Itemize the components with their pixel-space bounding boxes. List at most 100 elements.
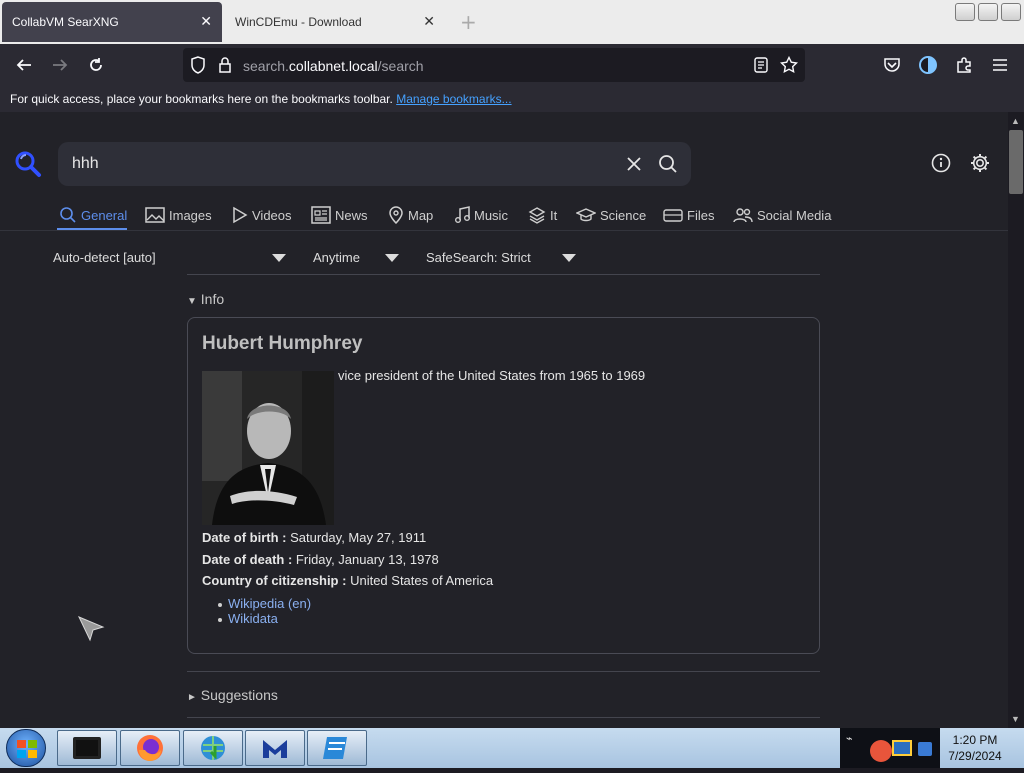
system-tray: ⌁: [840, 728, 940, 768]
suggestions-section-toggle[interactable]: ► Suggestions: [187, 687, 278, 703]
category-label: Files: [687, 207, 715, 223]
safesearch-select[interactable]: SafeSearch: Strict: [426, 250, 531, 265]
url-prefix: search.: [243, 58, 289, 74]
scrollbar[interactable]: ▲ ▼: [1008, 112, 1024, 728]
chevron-down-icon[interactable]: [562, 254, 576, 262]
attribute-value: Saturday, May 27, 1911: [290, 530, 427, 545]
url-text[interactable]: search.collabnet.local/search: [243, 58, 424, 74]
reader-view-icon[interactable]: [754, 57, 768, 78]
malwarebytes-icon: [263, 740, 287, 758]
searxng-logo-icon[interactable]: [14, 150, 42, 183]
back-icon[interactable]: [13, 54, 35, 76]
infobox-card: Hubert Humphrey vice president of the Un…: [187, 317, 820, 654]
collapsed-triangle-icon: ►: [187, 692, 197, 703]
category-music[interactable]: Music: [454, 204, 508, 226]
close-window-button[interactable]: [1001, 3, 1021, 21]
attribute-key: Date of birth :: [202, 530, 287, 545]
tray-volume-icon[interactable]: [918, 742, 932, 756]
tray-app-icon[interactable]: [892, 740, 912, 756]
taskbar-explorer[interactable]: [57, 730, 117, 766]
search-submit-icon[interactable]: [658, 154, 678, 179]
taskbar: ⌁ 1:20 PM 7/29/2024: [0, 728, 1024, 768]
taskbar-globe-app[interactable]: [183, 730, 243, 766]
tray-network-icon[interactable]: ⌁: [846, 732, 860, 748]
section-label: Suggestions: [200, 687, 278, 703]
search-icon: [60, 207, 76, 223]
forward-icon[interactable]: [49, 54, 71, 76]
taskbar-clock[interactable]: 1:20 PM 7/29/2024: [940, 732, 1010, 764]
reload-icon[interactable]: [85, 54, 107, 76]
safesearch-value: SafeSearch: Strict: [426, 250, 531, 265]
image-icon: [145, 207, 165, 223]
dark-reader-icon[interactable]: [917, 54, 939, 76]
time-range-select[interactable]: Anytime: [313, 250, 360, 265]
maximize-button[interactable]: [978, 3, 998, 21]
taskbar-app[interactable]: [307, 730, 367, 766]
category-map[interactable]: Map: [388, 204, 433, 226]
category-social-media[interactable]: Social Media: [733, 204, 831, 226]
start-button[interactable]: [6, 729, 46, 767]
category-label: Images: [169, 207, 212, 223]
wikipedia-link[interactable]: Wikipedia (en): [228, 596, 311, 611]
divider: [187, 717, 820, 718]
tab-label: CollabVM SearXNG: [12, 15, 119, 29]
scroll-up-icon[interactable]: ▲: [1011, 116, 1020, 126]
language-select[interactable]: Auto-detect [auto]: [53, 250, 156, 265]
manage-bookmarks-link[interactable]: Manage bookmarks...: [396, 92, 511, 106]
clear-search-icon[interactable]: [626, 156, 642, 177]
scroll-thumb[interactable]: [1009, 130, 1023, 194]
tab-searxng[interactable]: CollabVM SearXNG ✕: [2, 2, 222, 42]
nav-toolbar: search.collabnet.local/search: [0, 44, 1024, 86]
map-pin-icon: [389, 206, 403, 224]
shield-icon[interactable]: [190, 56, 206, 79]
category-label: Social Media: [757, 207, 832, 223]
category-news[interactable]: News: [311, 204, 368, 226]
clock-date: 7/29/2024: [948, 749, 1002, 763]
bookmark-star-icon[interactable]: [779, 55, 799, 79]
time-range-value: Anytime: [313, 250, 360, 265]
chevron-down-icon[interactable]: [272, 254, 286, 262]
category-it[interactable]: It: [528, 204, 557, 226]
category-science[interactable]: Science: [576, 204, 646, 226]
new-tab-icon[interactable]: +: [460, 10, 477, 34]
wikidata-link[interactable]: Wikidata: [228, 611, 278, 626]
chevron-down-icon[interactable]: [385, 254, 399, 262]
scroll-down-icon[interactable]: ▼: [1011, 714, 1020, 724]
url-path: /search: [377, 58, 424, 74]
search-box[interactable]: hhh: [58, 142, 691, 186]
minimize-button[interactable]: [955, 3, 975, 21]
divider: [187, 671, 820, 672]
tab-wincdemu[interactable]: WinCDEmu - Download ✕: [225, 2, 445, 42]
category-label: News: [335, 207, 368, 223]
lock-icon[interactable]: [218, 56, 232, 79]
infobox-title[interactable]: Hubert Humphrey: [202, 333, 362, 355]
about-info-icon[interactable]: [931, 153, 951, 178]
attribute-key: Date of death :: [202, 552, 293, 567]
taskbar-firefox[interactable]: [120, 730, 180, 766]
category-videos[interactable]: Videos: [232, 204, 292, 226]
category-label: Music: [474, 207, 508, 223]
taskbar-malwarebytes[interactable]: [245, 730, 305, 766]
extensions-icon[interactable]: [953, 54, 975, 76]
category-images[interactable]: Images: [145, 204, 212, 226]
windows-logo-icon: [17, 740, 37, 758]
category-files[interactable]: Files: [663, 204, 714, 226]
play-icon: [233, 206, 248, 224]
newspaper-icon: [311, 206, 331, 224]
search-input[interactable]: hhh: [72, 155, 99, 173]
info-section-toggle[interactable]: ▼ Info: [187, 291, 224, 307]
drive-icon: [663, 209, 683, 222]
tray-firefox-icon[interactable]: [870, 740, 892, 762]
pocket-icon[interactable]: [881, 54, 903, 76]
url-bar[interactable]: search.collabnet.local/search: [183, 48, 805, 82]
close-icon[interactable]: ✕: [200, 14, 212, 28]
preferences-gear-icon[interactable]: [969, 152, 991, 179]
category-general[interactable]: General: [59, 204, 127, 226]
close-icon[interactable]: ✕: [423, 14, 435, 28]
bookmarks-hint: For quick access, place your bookmarks h…: [10, 92, 393, 106]
folder-icon: [73, 737, 101, 759]
graduation-cap-icon: [576, 208, 596, 222]
divider: [0, 230, 1008, 231]
portrait-image[interactable]: [202, 371, 334, 525]
menu-icon[interactable]: [989, 54, 1011, 76]
